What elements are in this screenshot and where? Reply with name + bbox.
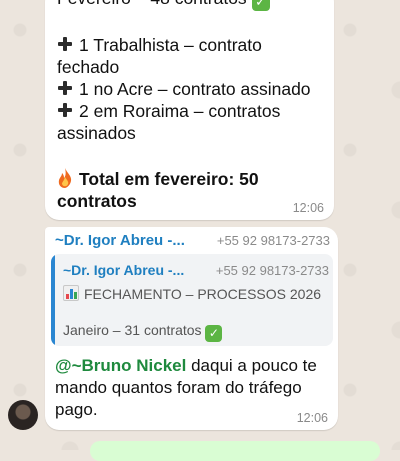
message-line: assinados [57, 122, 136, 144]
sender-phone: +55 92 98173-2733 [216, 233, 330, 248]
quoted-title: FECHAMENTO – PROCESSOS 2026 [63, 285, 321, 302]
quoted-line: Janeiro – 31 contratos ✓ [63, 322, 223, 342]
check-mark-icon: ✓ [251, 0, 270, 11]
total-line: contratos [57, 190, 137, 212]
quoted-title-text: FECHAMENTO – PROCESSOS 2026 [84, 286, 322, 302]
message-timestamp: 12:06 [296, 411, 328, 425]
message-text-part: daqui a pouco te [186, 356, 317, 375]
total-text: Total em fevereiro: 50 [79, 169, 259, 189]
plus-icon [57, 102, 73, 118]
plus-icon [57, 36, 73, 52]
quoted-sender-name: ~Dr. Igor Abreu -... [63, 262, 185, 278]
total-text: contratos [57, 191, 137, 211]
sender-name[interactable]: ~Dr. Igor Abreu -... [55, 232, 185, 249]
item-text: 1 no Acre – contrato assinado [79, 79, 311, 99]
outgoing-message-bubble[interactable] [90, 441, 380, 461]
plus-icon [57, 80, 73, 96]
quoted-sender-phone: +55 92 98173-2733 [215, 263, 329, 278]
avatar[interactable] [8, 400, 38, 430]
partial-line-text: Fevereiro – 48 contratos [57, 0, 247, 8]
quoted-message[interactable]: ~Dr. Igor Abreu -... +55 92 98173-2733 F… [51, 254, 333, 346]
item-text: fechado [57, 57, 120, 77]
quote-accent-bar [51, 254, 55, 346]
total-line: Total em fevereiro: 50 [57, 168, 259, 190]
item-text: assinados [57, 123, 136, 143]
message-line: 1 Trabalhista – contrato [57, 34, 262, 56]
item-text: 1 Trabalhista – contrato [79, 35, 262, 55]
quoted-sender-row: ~Dr. Igor Abreu -... +55 92 98173-2733 [63, 262, 329, 278]
sender-row: ~Dr. Igor Abreu -... +55 92 98173-2733 [55, 232, 330, 254]
message-bubble-reply[interactable]: ~Dr. Igor Abreu -... +55 92 98173-2733 ~… [45, 227, 338, 430]
check-mark-icon: ✓ [205, 325, 223, 342]
item-text: 2 em Roraima – contratos [79, 101, 281, 121]
message-line: 2 em Roraima – contratos [57, 100, 280, 122]
message-bubble-totals[interactable]: Fevereiro – 48 contratos ✓ 1 Trabalhista… [45, 0, 334, 220]
mention-link[interactable]: @~Bruno Nickel [55, 356, 186, 375]
message-timestamp: 12:06 [292, 201, 324, 215]
message-line: 1 no Acre – contrato assinado [57, 78, 311, 100]
message-text: @~Bruno Nickel daqui a pouco te mando qu… [55, 355, 325, 421]
message-line: fechado [57, 56, 119, 78]
bar-chart-icon [63, 285, 79, 301]
message-text-part: pago. [55, 400, 98, 419]
message-line: Fevereiro – 48 contratos ✓ [57, 0, 270, 11]
message-text-part: mando quantos foram do tráfego [55, 378, 302, 397]
fire-icon [57, 168, 73, 190]
quoted-line-text: Janeiro – 31 contratos [63, 322, 202, 338]
